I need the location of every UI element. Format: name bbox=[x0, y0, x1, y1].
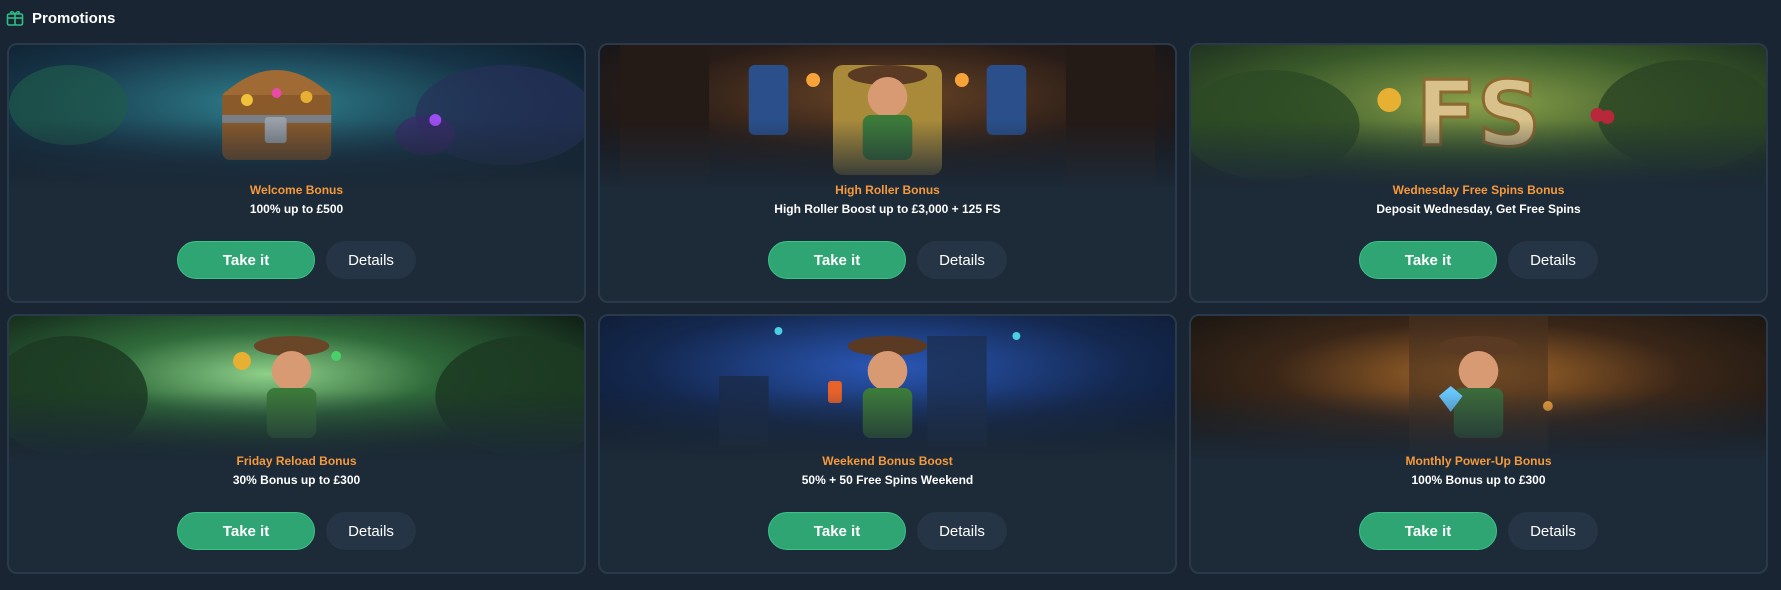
explorer-jungle-banner-image bbox=[9, 316, 584, 461]
promo-description: 100% up to £500 bbox=[249, 202, 344, 216]
details-button[interactable]: Details bbox=[917, 241, 1007, 279]
promo-actions: Take it Details bbox=[1191, 512, 1766, 550]
promo-description: Deposit Wednesday, Get Free Spins bbox=[1376, 202, 1581, 216]
promo-actions: Take it Details bbox=[1191, 241, 1766, 279]
details-button[interactable]: Details bbox=[1508, 241, 1598, 279]
promotions-header: Promotions bbox=[6, 0, 115, 36]
promo-card-welcome-bonus: Welcome Bonus 100% up to £500 Take it De… bbox=[7, 43, 586, 303]
promo-actions: Take it Details bbox=[600, 512, 1175, 550]
promo-actions: Take it Details bbox=[9, 241, 584, 279]
details-button[interactable]: Details bbox=[326, 241, 416, 279]
promo-actions: Take it Details bbox=[9, 512, 584, 550]
svg-text:FS: FS bbox=[1416, 63, 1541, 167]
promotions-grid: Welcome Bonus 100% up to £500 Take it De… bbox=[7, 43, 1768, 574]
page-title: Promotions bbox=[32, 9, 116, 27]
take-it-button[interactable]: Take it bbox=[177, 241, 315, 279]
take-it-button[interactable]: Take it bbox=[177, 512, 315, 550]
promo-actions: Take it Details bbox=[600, 241, 1175, 279]
take-it-button[interactable]: Take it bbox=[1359, 241, 1497, 279]
take-it-button[interactable]: Take it bbox=[768, 241, 906, 279]
promo-card-weekend-bonus-boost: Weekend Bonus Boost 50% + 50 Free Spins … bbox=[598, 314, 1177, 574]
details-button[interactable]: Details bbox=[1508, 512, 1598, 550]
promo-description: High Roller Boost up to £3,000 + 125 FS bbox=[774, 202, 1001, 216]
promo-name: High Roller Bonus bbox=[835, 183, 940, 197]
promo-card-high-roller-bonus: High Roller Bonus High Roller Boost up t… bbox=[598, 43, 1177, 303]
promo-description: 50% + 50 Free Spins Weekend bbox=[801, 473, 974, 487]
explorer-diamond-banner-image bbox=[1191, 316, 1766, 461]
gift-box-icon bbox=[6, 9, 24, 27]
take-it-button[interactable]: Take it bbox=[1359, 512, 1497, 550]
explorer-throne-banner-image bbox=[600, 45, 1175, 190]
promo-name: Friday Reload Bonus bbox=[236, 454, 357, 468]
promo-description: 100% Bonus up to £300 bbox=[1411, 473, 1546, 487]
promo-name: Monthly Power-Up Bonus bbox=[1405, 454, 1552, 468]
promo-description: 30% Bonus up to £300 bbox=[232, 473, 361, 487]
promo-card-monthly-power-up-bonus: Monthly Power-Up Bonus 100% Bonus up to … bbox=[1189, 314, 1768, 574]
promo-name: Weekend Bonus Boost bbox=[822, 454, 953, 468]
promo-name: Welcome Bonus bbox=[249, 183, 344, 197]
promo-card-friday-reload-bonus: Friday Reload Bonus 30% Bonus up to £300… bbox=[7, 314, 586, 574]
promo-name: Wednesday Free Spins Bonus bbox=[1392, 183, 1565, 197]
explorer-cocktail-banner-image bbox=[600, 316, 1175, 461]
details-button[interactable]: Details bbox=[326, 512, 416, 550]
fs-letters-banner-image: FS bbox=[1191, 45, 1766, 190]
treasure-chest-banner-image bbox=[9, 45, 584, 190]
promo-card-wednesday-free-spins-bonus: FS Wednesday Free Spins Bonus Deposit We… bbox=[1189, 43, 1768, 303]
take-it-button[interactable]: Take it bbox=[768, 512, 906, 550]
details-button[interactable]: Details bbox=[917, 512, 1007, 550]
